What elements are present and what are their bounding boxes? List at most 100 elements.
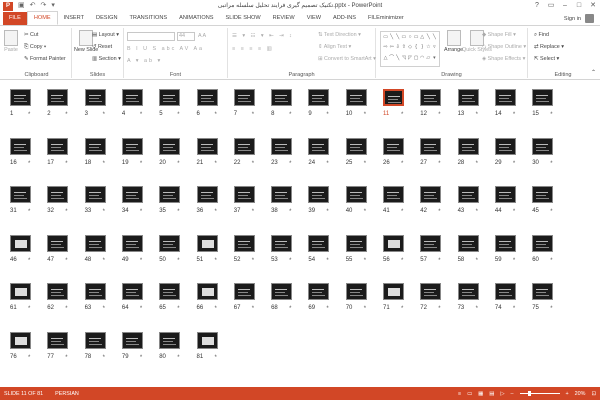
slide-thumbnail[interactable] <box>10 283 31 300</box>
transition-icon[interactable]: * <box>252 161 254 167</box>
format-painter-button[interactable]: ✎ Format Painter <box>24 56 66 62</box>
transition-icon[interactable]: * <box>252 306 254 312</box>
shapes-gallery[interactable]: ▭ ╲ ╲ ▭ ○ ▭ △ ╲ ╲ ⇨ ⇦ ⇩ ⇧ ◇{} ☆ ▿ △ ⌒ ╲ ◹ ◸ ▢ ◠ ▱ ▾ <box>380 31 440 67</box>
copy-button[interactable]: ⎘ Copy ▾ <box>24 44 46 51</box>
slide-thumbnail[interactable] <box>10 137 31 155</box>
slide-thumbnail[interactable] <box>196 89 218 106</box>
transition-icon[interactable]: * <box>65 161 67 167</box>
transition-icon[interactable]: * <box>177 306 179 312</box>
transition-icon[interactable]: * <box>28 258 30 264</box>
slide-thumbnail[interactable] <box>159 89 181 106</box>
transition-icon[interactable]: * <box>65 112 67 118</box>
transition-icon[interactable]: * <box>326 209 328 215</box>
slide-thumbnail[interactable] <box>345 186 367 203</box>
slide-thumbnail[interactable] <box>494 234 516 252</box>
transition-icon[interactable]: * <box>513 306 515 312</box>
slide-thumbnail[interactable] <box>532 283 554 300</box>
slide-thumbnail[interactable] <box>271 186 293 203</box>
transition-icon[interactable]: * <box>140 355 142 361</box>
transition-icon[interactable]: * <box>177 258 179 264</box>
slide-thumbnail[interactable] <box>159 137 181 155</box>
slide-thumbnail[interactable] <box>308 234 330 252</box>
slide-thumbnail[interactable] <box>494 137 516 155</box>
grow-shrink-font[interactable]: A A <box>198 33 206 39</box>
slide-thumbnail[interactable] <box>196 331 218 349</box>
sign-in-link[interactable]: Sign in <box>564 16 581 22</box>
minimize-icon[interactable]: – <box>558 0 572 12</box>
transition-icon[interactable]: * <box>513 209 515 215</box>
slide-thumbnail[interactable] <box>159 331 181 349</box>
reset-button[interactable]: ↺ Reset <box>92 44 112 50</box>
transition-icon[interactable]: * <box>513 112 515 118</box>
slide-thumbnail[interactable] <box>383 186 404 203</box>
transition-icon[interactable]: * <box>289 112 291 118</box>
transition-icon[interactable]: * <box>215 306 217 312</box>
zoom-in-button[interactable]: + <box>566 391 569 397</box>
slide-thumbnail[interactable] <box>84 137 106 155</box>
transition-icon[interactable]: * <box>550 258 552 264</box>
slide-thumbnail[interactable] <box>84 283 106 300</box>
transition-icon[interactable]: * <box>438 161 440 167</box>
transition-icon[interactable]: * <box>65 258 67 264</box>
transition-icon[interactable]: * <box>177 209 179 215</box>
transition-icon[interactable]: * <box>364 258 366 264</box>
transition-icon[interactable]: * <box>476 161 478 167</box>
select-button[interactable]: ⇱ Select ▾ <box>534 56 559 62</box>
transition-icon[interactable]: * <box>289 209 291 215</box>
slide-thumbnail[interactable] <box>494 283 516 300</box>
transition-icon[interactable]: * <box>65 306 67 312</box>
tab-design[interactable]: DESIGN <box>90 12 123 25</box>
font-color-buttons[interactable]: A ▾ ab ▾ <box>127 58 162 64</box>
transition-icon[interactable]: * <box>28 355 30 361</box>
tab-file[interactable]: FILE <box>3 12 27 25</box>
slide-thumbnail[interactable] <box>457 283 479 300</box>
slide-sorter-icon[interactable]: ▦ <box>478 391 483 397</box>
transition-icon[interactable]: * <box>326 258 328 264</box>
transition-icon[interactable]: * <box>140 112 142 118</box>
transition-icon[interactable]: * <box>252 258 254 264</box>
slide-thumbnail[interactable] <box>233 283 255 300</box>
transition-icon[interactable]: * <box>103 258 105 264</box>
transition-icon[interactable]: * <box>177 112 179 118</box>
transition-icon[interactable]: * <box>438 209 440 215</box>
slide-thumbnail[interactable] <box>10 89 31 106</box>
slide-show-icon[interactable]: ▷ <box>500 391 504 397</box>
cut-button[interactable]: ✂ Cut <box>24 32 38 38</box>
transition-icon[interactable]: * <box>550 306 552 312</box>
slide-thumbnail[interactable] <box>420 283 442 300</box>
slide-thumbnail[interactable] <box>233 186 255 203</box>
help-icon[interactable]: ? <box>530 0 544 12</box>
transition-icon[interactable]: * <box>252 112 254 118</box>
slide-thumbnail[interactable] <box>121 234 143 252</box>
align-buttons[interactable]: ≡ ≡ ≡ ≡ ▥ <box>232 46 274 52</box>
transition-icon[interactable]: * <box>140 258 142 264</box>
slide-thumbnail[interactable] <box>196 283 218 300</box>
slide-thumbnail[interactable] <box>196 137 218 155</box>
align-text-button[interactable]: ⇕ Align Text ▾ <box>318 44 351 50</box>
transition-icon[interactable]: * <box>215 355 217 361</box>
transition-icon[interactable]: * <box>252 209 254 215</box>
slide-thumbnail[interactable] <box>532 234 554 252</box>
zoom-out-button[interactable]: – <box>511 391 514 397</box>
save-icon[interactable]: ▣ <box>18 0 25 12</box>
tab-transitions[interactable]: TRANSITIONS <box>123 12 173 25</box>
slide-thumbnail[interactable] <box>420 137 442 155</box>
slide-thumbnail[interactable] <box>420 89 442 106</box>
list-buttons[interactable]: ☰ ▾ ☷ ▾ ⇤ ⇥ ↕ <box>232 33 294 39</box>
zoom-level[interactable]: 20% <box>575 391 586 397</box>
normal-view-icon[interactable]: ▭ <box>467 391 472 397</box>
slide-thumbnail[interactable] <box>84 89 106 106</box>
transition-icon[interactable]: * <box>215 258 217 264</box>
transition-icon[interactable]: * <box>326 306 328 312</box>
slide-thumbnail[interactable] <box>345 89 367 106</box>
transition-icon[interactable]: * <box>140 161 142 167</box>
slide-thumbnail[interactable] <box>271 234 293 252</box>
transition-icon[interactable]: * <box>28 306 30 312</box>
slide-thumbnail[interactable] <box>159 283 181 300</box>
slide-thumbnail[interactable] <box>47 331 69 349</box>
transition-icon[interactable]: * <box>476 258 478 264</box>
maximize-icon[interactable]: □ <box>572 0 586 12</box>
transition-icon[interactable]: * <box>65 355 67 361</box>
transition-icon[interactable]: * <box>401 161 403 167</box>
zoom-slider-thumb[interactable] <box>527 391 531 396</box>
